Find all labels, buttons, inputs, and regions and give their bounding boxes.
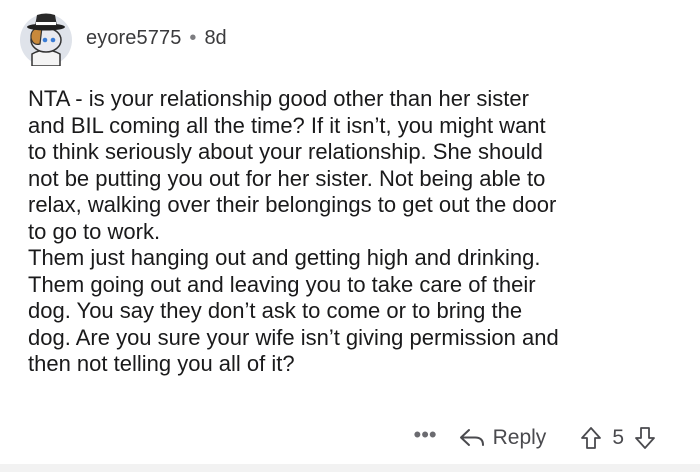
downvote-arrow-icon[interactable] [634,426,656,450]
reply-arrow-icon [459,429,484,446]
vote-controls: 5 [580,426,656,450]
reply-label: Reply [492,426,547,449]
snoo-avatar-icon [20,13,72,66]
comment-age: 8d [204,26,227,49]
comment-body: NTA - is your relationship good other th… [28,86,678,378]
avatar[interactable] [18,10,74,66]
vote-score: 5 [612,426,624,449]
reply-button[interactable]: Reply [459,426,547,450]
comment-header: eyore5775 • 8d [18,2,227,74]
more-options-button[interactable]: ••• [414,422,437,448]
comment-actions: ••• Reply 5 [414,420,657,456]
header-separator: • [189,26,197,49]
comment-paragraph: Them just hanging out and getting high a… [28,245,559,376]
bottom-divider [0,464,700,472]
upvote-arrow-icon[interactable] [580,426,602,450]
comment-card: eyore5775 • 8d NTA - is your relationshi… [0,0,700,472]
comment-paragraph: NTA - is your relationship good other th… [28,86,557,244]
author-username[interactable]: eyore5775 [86,27,181,50]
